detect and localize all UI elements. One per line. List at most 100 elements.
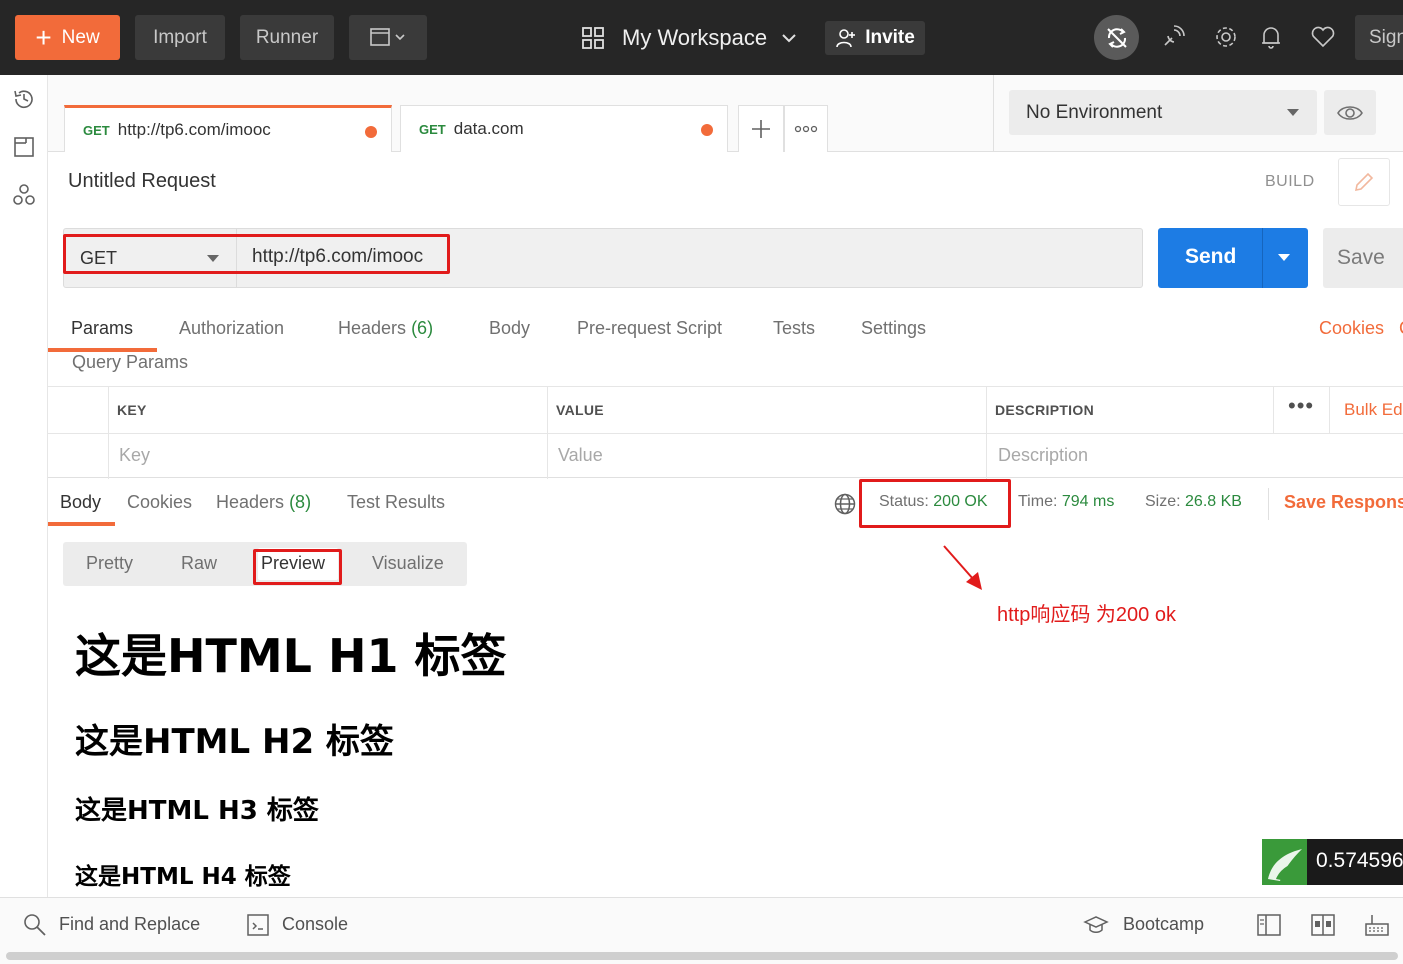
new-button-label: New: [61, 26, 100, 48]
request-tab[interactable]: GET data.com: [400, 105, 728, 152]
tab-params[interactable]: Params: [71, 318, 133, 339]
active-tab-indicator: [48, 522, 115, 526]
tab-tests[interactable]: Tests: [773, 318, 815, 339]
tab-headers-label: Headers: [338, 318, 407, 338]
console-button[interactable]: Console: [282, 914, 348, 935]
collections-button[interactable]: [10, 133, 38, 161]
top-bar: + New Import Runner My Workspace Invite: [0, 0, 1403, 75]
format-pretty[interactable]: Pretty: [86, 553, 133, 574]
send-label: Send: [1185, 245, 1237, 268]
two-pane-icon[interactable]: [1256, 912, 1282, 938]
send-divider: [1262, 228, 1263, 288]
workspace-selector[interactable]: My Workspace: [580, 15, 799, 60]
runner-button[interactable]: Runner: [240, 15, 334, 60]
edit-button[interactable]: [1338, 158, 1390, 206]
globe-icon[interactable]: [833, 492, 857, 516]
apis-button[interactable]: [10, 181, 38, 209]
highlight-box: [63, 234, 450, 274]
notifications-button[interactable]: [1254, 20, 1288, 54]
format-visualize[interactable]: Visualize: [372, 553, 444, 574]
table-divider: [48, 433, 1403, 434]
annotation-arrow-icon: [943, 545, 982, 590]
response-headers-label: Headers: [216, 492, 285, 512]
find-replace-button[interactable]: Find and Replace: [59, 914, 200, 935]
new-window-icon: [370, 27, 405, 46]
preview-heading-h1: 这是HTML H1 标签: [75, 629, 507, 683]
table-divider: [1273, 387, 1274, 433]
response-tab-test-results[interactable]: Test Results: [347, 492, 445, 513]
cookies-link[interactable]: Cookies C: [1319, 318, 1403, 339]
column-header-description: DESCRIPTION: [995, 402, 1094, 418]
graduation-cap-icon: [1083, 916, 1109, 933]
response-tab-cookies[interactable]: Cookies: [127, 492, 192, 513]
table-divider: [1329, 387, 1330, 433]
widget-value: 0.574596: [1316, 849, 1403, 872]
apis-icon: [13, 184, 35, 205]
response-tab-headers[interactable]: Headers (8): [216, 492, 311, 513]
request-tab[interactable]: GET http://tp6.com/imooc: [64, 105, 392, 152]
save-button[interactable]: Save: [1323, 228, 1403, 288]
console-icon: [247, 914, 269, 936]
table-divider: [108, 387, 109, 479]
sidebar: [0, 75, 48, 897]
signin-button[interactable]: Sign: [1355, 15, 1403, 60]
key-input[interactable]: Key: [119, 445, 150, 466]
format-raw[interactable]: Raw: [181, 553, 217, 574]
time-label-text: Time:: [1018, 493, 1058, 510]
tab-headers[interactable]: Headers (6): [338, 318, 433, 339]
more-options-icon[interactable]: •••: [1288, 393, 1314, 419]
preview-heading-h4: 这是HTML H4 标签: [75, 864, 291, 890]
settings-button[interactable]: [1209, 20, 1243, 54]
response-tab-body[interactable]: Body: [60, 492, 101, 513]
bootcamp-button[interactable]: Bootcamp: [1123, 914, 1204, 935]
build-mode-label: BUILD: [1265, 173, 1315, 190]
cookies-link-label: Cookies: [1319, 318, 1385, 338]
new-window-button[interactable]: [349, 15, 427, 60]
query-params-heading: Query Params: [72, 352, 189, 372]
send-button[interactable]: Send: [1158, 228, 1308, 288]
size-label-text: Size:: [1145, 493, 1181, 510]
tab-prerequest-script[interactable]: Pre-request Script: [577, 318, 722, 339]
new-button[interactable]: + New: [15, 15, 120, 60]
invite-button[interactable]: Invite: [825, 21, 925, 55]
history-button[interactable]: [10, 85, 38, 113]
bulk-edit-link[interactable]: Bulk Ed: [1344, 400, 1403, 420]
satellite-button[interactable]: [1156, 20, 1190, 54]
highlight-box: [859, 479, 1011, 528]
sync-button[interactable]: [1094, 15, 1139, 60]
keyboard-shortcuts-icon[interactable]: [1364, 912, 1390, 938]
split-view-icon[interactable]: [1310, 912, 1336, 938]
environment-label: No Environment: [1026, 101, 1163, 123]
history-icon: [14, 90, 33, 109]
description-input[interactable]: Description: [998, 445, 1088, 466]
save-response-button[interactable]: Save Respons: [1284, 492, 1403, 513]
tab-authorization[interactable]: Authorization: [179, 318, 284, 339]
tab-options-button[interactable]: [784, 105, 828, 152]
environment-quick-look-button[interactable]: [1324, 90, 1376, 135]
tab-body[interactable]: Body: [489, 318, 530, 339]
floating-widget[interactable]: 0.574596: [1262, 839, 1403, 885]
favorites-button[interactable]: [1306, 20, 1340, 54]
collection-icon: [14, 137, 34, 157]
status-bar: Find and Replace Console Bootcamp: [0, 897, 1403, 964]
value-input[interactable]: Value: [558, 445, 603, 466]
tab-url: data.com: [453, 119, 524, 138]
response-time[interactable]: Time: 794 ms: [1018, 493, 1114, 511]
preview-heading-h2: 这是HTML H2 标签: [75, 722, 394, 762]
horizontal-scrollbar[interactable]: [6, 952, 1398, 960]
add-tab-button[interactable]: [738, 105, 784, 152]
plus-icon: [752, 120, 770, 138]
eye-icon: [1337, 105, 1363, 120]
caret-down-icon[interactable]: [1278, 254, 1290, 261]
chevron-down-icon: [782, 33, 796, 42]
environment-select[interactable]: No Environment: [1009, 90, 1317, 135]
import-button[interactable]: Import: [135, 15, 225, 60]
column-header-key: KEY: [117, 402, 147, 418]
tab-settings[interactable]: Settings: [861, 318, 926, 339]
request-title[interactable]: Untitled Request: [68, 170, 216, 193]
annotation-text: http响应码 为200 ok: [997, 604, 1176, 626]
satellite-icon: [1164, 25, 1185, 46]
response-size[interactable]: Size: 26.8 KB: [1145, 493, 1242, 511]
divider: [1268, 488, 1269, 520]
leaf-logo-icon: [1262, 839, 1307, 885]
